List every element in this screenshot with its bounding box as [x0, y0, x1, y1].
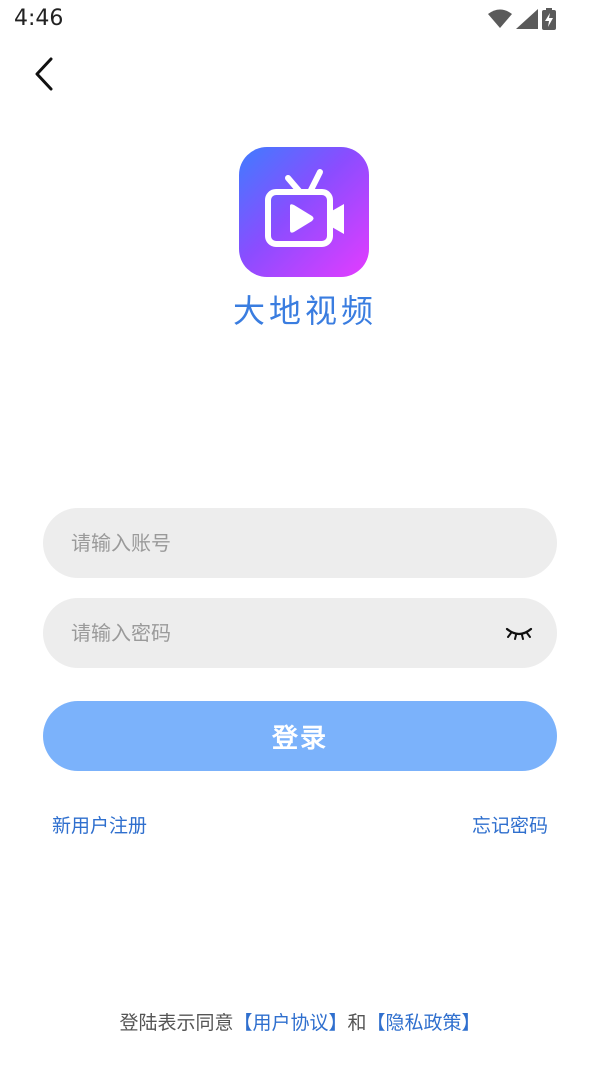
- register-link[interactable]: 新用户注册: [52, 811, 147, 838]
- login-button[interactable]: 登录: [43, 701, 557, 771]
- login-screen: 4:46 大地视频 请输入账号 登录 新用户注册 忘记密码 登陆表示同意【用户协…: [0, 0, 600, 1066]
- forgot-password-link[interactable]: 忘记密码: [472, 811, 548, 838]
- back-button[interactable]: [24, 54, 64, 94]
- agreement-text: 登陆表示同意【用户协议】和【隐私政策】: [0, 1008, 600, 1035]
- user-agreement-link[interactable]: 【用户协议】: [233, 1012, 347, 1034]
- account-field[interactable]: [43, 508, 557, 578]
- account-input[interactable]: [69, 530, 531, 556]
- app-name: 大地视频: [232, 292, 377, 330]
- tv-play-icon: [265, 169, 344, 247]
- eye-closed-icon: [505, 627, 533, 640]
- password-visibility-toggle[interactable]: [505, 620, 533, 646]
- signal-icon: [516, 9, 538, 33]
- battery-charging-icon: [542, 8, 556, 34]
- privacy-policy-link[interactable]: 【隐私政策】: [367, 1012, 481, 1034]
- app-logo: [239, 147, 369, 277]
- status-bar: 4:46: [0, 0, 600, 40]
- password-field[interactable]: [43, 598, 557, 668]
- agreement-conjunction: 和: [347, 1012, 367, 1034]
- agreement-prefix: 登陆表示同意: [119, 1012, 234, 1034]
- chevron-left-icon: [35, 57, 53, 91]
- status-time: 4:46: [14, 6, 64, 31]
- password-input[interactable]: [69, 620, 531, 646]
- status-icons: [488, 8, 556, 34]
- wifi-icon: [488, 9, 512, 33]
